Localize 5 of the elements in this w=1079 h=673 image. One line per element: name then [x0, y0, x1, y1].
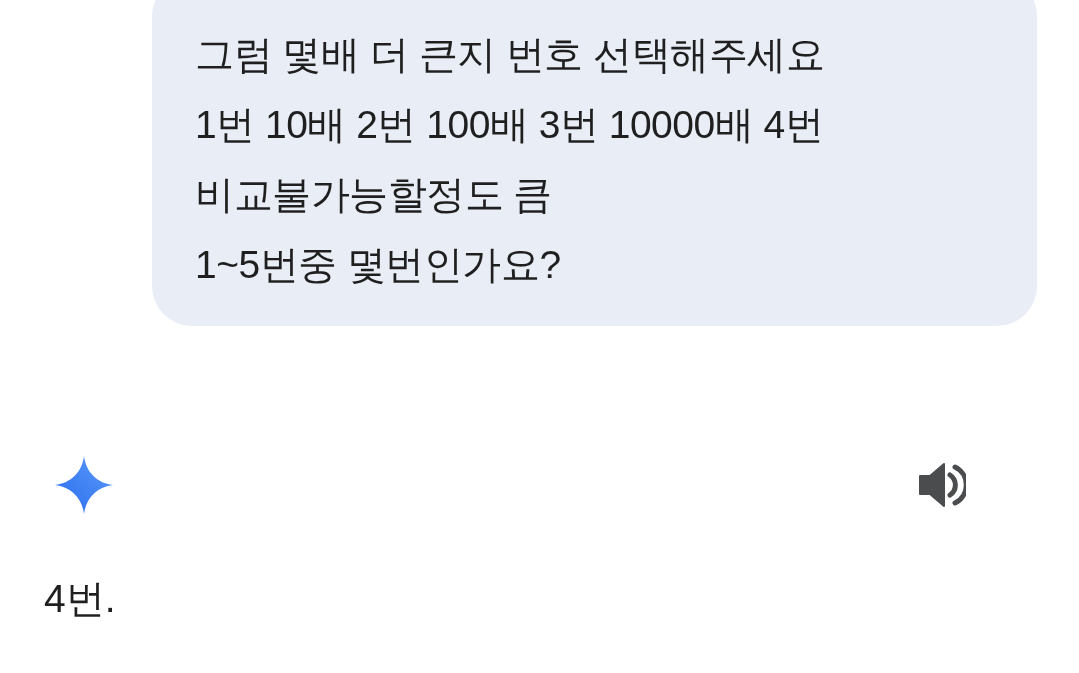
- speaker-button[interactable]: [917, 461, 967, 509]
- response-text: 4번.: [44, 576, 116, 622]
- message-text: 그럼 몇배 더 큰지 번호 선택해주세요 1번 10배 2번 100배 3번 10000배 4번 비교불가능할정도 큼 1~5번중 몇번인가요?: [195, 32, 825, 288]
- speaker-icon: [918, 462, 966, 508]
- sparkle-icon: [55, 456, 113, 514]
